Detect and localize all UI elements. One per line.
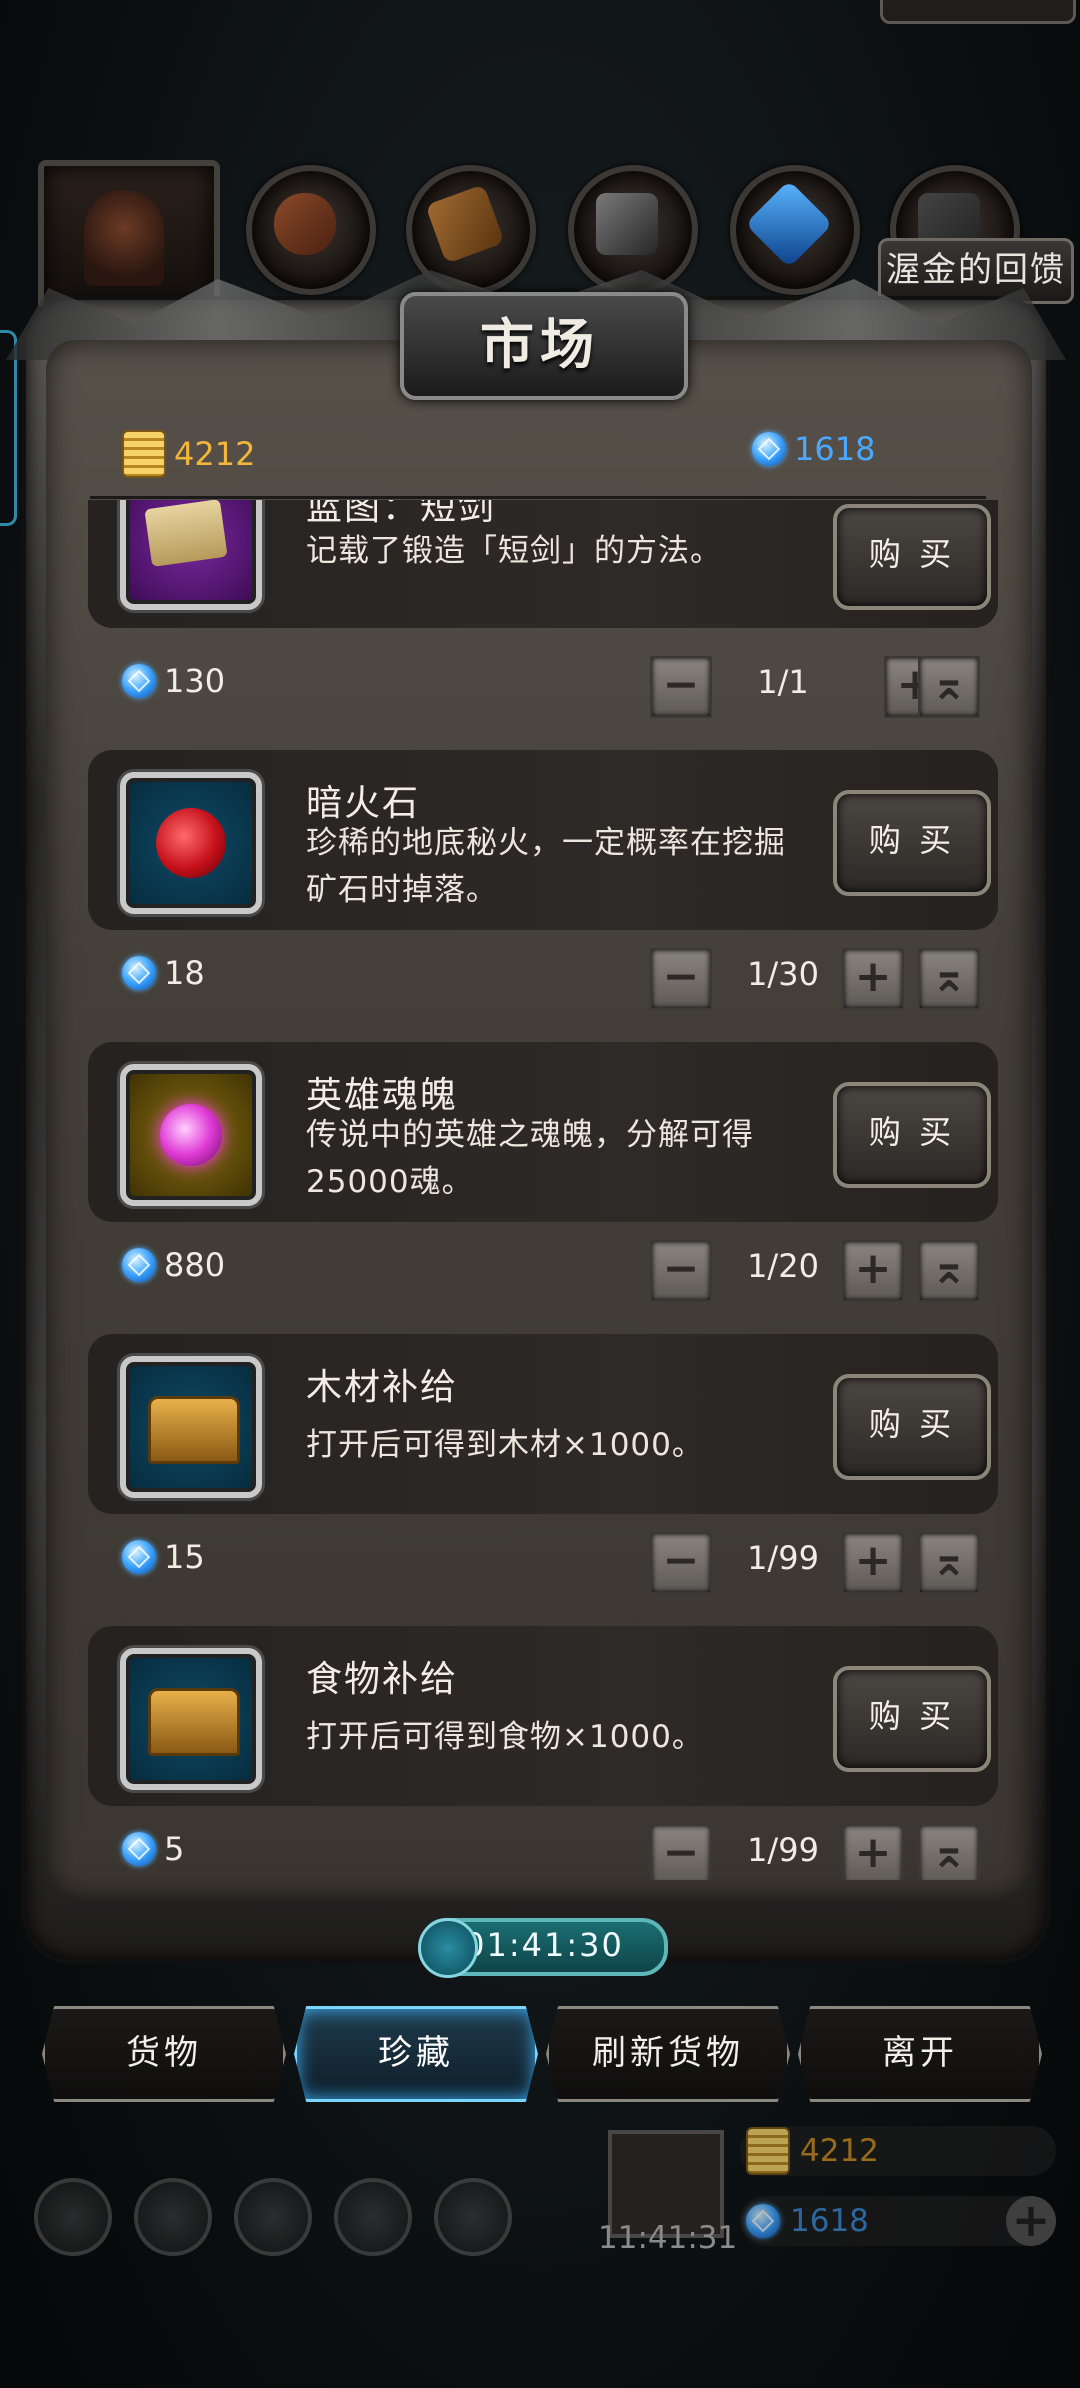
decrease-quantity-button[interactable]: −: [650, 948, 712, 1010]
buy-button[interactable]: 购 买: [833, 1666, 991, 1772]
gold-counter: 4212: [122, 430, 255, 478]
soul-orb-icon: [120, 1064, 262, 1206]
quantity-value: 1/99: [747, 1539, 819, 1577]
max-quantity-button[interactable]: ⌅: [918, 1824, 980, 1880]
max-quantity-button[interactable]: ⌅: [918, 656, 980, 718]
guide-icon[interactable]: [434, 2178, 512, 2256]
quantity-value: 1/1: [757, 663, 809, 701]
hero-portrait[interactable]: [38, 160, 220, 312]
bottom-gem-amount: 1618: [790, 2203, 869, 2239]
top-fragment-button: [880, 0, 1076, 24]
promo-label[interactable]: 渥金的回馈: [878, 238, 1074, 304]
item-description: 打开后可得到食物×1000。: [306, 1719, 704, 1755]
price-value: 15: [164, 1538, 205, 1576]
buy-button[interactable]: 购 买: [833, 790, 991, 896]
increase-quantity-button[interactable]: +: [842, 1532, 904, 1594]
bottom-gold-counter: 4212: [740, 2126, 1056, 2176]
red-ore-icon: [120, 772, 262, 914]
quantity-value: 1/20: [747, 1247, 819, 1285]
max-quantity-button[interactable]: ⌅: [918, 1240, 980, 1302]
treasure-chest-icon: [120, 1356, 262, 1498]
crystal-resource-slot[interactable]: [730, 165, 860, 295]
quantity-value: 1/99: [747, 1831, 819, 1869]
shop-item-hero-soul: 英雄魂魄 传说中的英雄之魂魄，分解可得25000魂。 购 买: [88, 1042, 998, 1222]
achievement-icon[interactable]: [134, 2178, 212, 2256]
tab-refresh-goods[interactable]: 刷新货物: [546, 2006, 790, 2102]
buy-button[interactable]: 购 买: [833, 1374, 991, 1480]
decrease-quantity-button[interactable]: −: [650, 1824, 712, 1880]
page-title: 市场: [480, 313, 600, 376]
gem-icon: [752, 432, 786, 466]
gem-icon: [122, 1248, 156, 1282]
price-value: 130: [164, 662, 226, 700]
increase-quantity-button[interactable]: +: [842, 948, 904, 1010]
item-price: 18: [122, 954, 205, 992]
header-divider: [90, 496, 986, 499]
gem-icon: [122, 1832, 156, 1866]
item-price: 880: [122, 1246, 225, 1284]
bottom-timer: 11:41:31: [598, 2220, 738, 2256]
decrease-quantity-button[interactable]: −: [650, 656, 712, 718]
treasure-chest-icon: [120, 1648, 262, 1790]
shop-item-wood-supply: 木材补给 打开后可得到木材×1000。 购 买: [88, 1334, 998, 1514]
gem-counter: 1618: [752, 430, 875, 468]
item-name: 暗火石: [306, 783, 421, 824]
buy-button[interactable]: 购 买: [833, 504, 991, 610]
increase-quantity-button[interactable]: +: [842, 1824, 904, 1880]
tab-goods[interactable]: 货物: [42, 2006, 286, 2102]
gold-coin-icon: [122, 430, 166, 478]
item-price: 5: [122, 1830, 184, 1868]
price-value: 18: [164, 954, 205, 992]
decrease-quantity-button[interactable]: −: [650, 1240, 712, 1302]
gold-coin-icon: [746, 2127, 790, 2175]
shop-item-list[interactable]: 蓝图：短剑 记载了锻造「短剑」的方法。 购 买 130 − 1/1 + ⌅ 暗火…: [60, 500, 1020, 1880]
item-description: 打开后可得到木材×1000。: [306, 1427, 704, 1463]
buy-button[interactable]: 购 买: [833, 1082, 991, 1188]
item-description: 传说中的英雄之魂魄，分解可得25000魂。: [306, 1117, 754, 1200]
map-icon[interactable]: [234, 2178, 312, 2256]
shop-item-food-supply: 食物补给 打开后可得到食物×1000。 购 买: [88, 1626, 998, 1806]
tab-treasures[interactable]: 珍藏: [294, 2006, 538, 2102]
scroll-icon: [120, 500, 262, 610]
gem-icon: [122, 664, 156, 698]
clock-icon: [418, 1918, 478, 1978]
max-quantity-button[interactable]: ⌅: [918, 1532, 980, 1594]
gem-amount: 1618: [794, 430, 876, 468]
gold-amount: 4212: [174, 435, 256, 473]
bottom-gold-amount: 4212: [800, 2133, 879, 2169]
quantity-value: 1/30: [747, 955, 819, 993]
item-name: 木材补给: [306, 1367, 459, 1408]
gem-icon: [122, 1540, 156, 1574]
mail-icon[interactable]: [334, 2178, 412, 2256]
settings-icon[interactable]: [34, 2178, 112, 2256]
max-quantity-button[interactable]: ⌅: [918, 948, 980, 1010]
gem-icon: [746, 2204, 780, 2238]
leather-resource-slot[interactable]: [246, 165, 376, 295]
shop-item-blueprint: 蓝图：短剑 记载了锻造「短剑」的方法。 购 买: [88, 500, 998, 628]
increase-quantity-button[interactable]: +: [842, 1240, 904, 1302]
item-price: 130: [122, 662, 225, 700]
item-name: 英雄魂魄: [306, 1075, 459, 1116]
item-name: 蓝图：短剑: [306, 500, 497, 528]
gem-icon: [122, 956, 156, 990]
item-description: 珍稀的地底秘火，一定概率在挖掘矿石时掉落。: [306, 825, 786, 908]
item-description: 记载了锻造「短剑」的方法。: [306, 533, 722, 569]
item-name: 食物补给: [306, 1659, 459, 1700]
add-gems-button[interactable]: +: [1006, 2196, 1056, 2246]
decrease-quantity-button[interactable]: −: [650, 1532, 712, 1594]
price-value: 5: [164, 1830, 185, 1868]
item-price: 15: [122, 1538, 205, 1576]
shop-item-darkfire-stone: 暗火石 珍稀的地底秘火，一定概率在挖掘矿石时掉落。 购 买: [88, 750, 998, 930]
price-value: 880: [164, 1246, 226, 1284]
tab-leave[interactable]: 离开: [798, 2006, 1042, 2102]
